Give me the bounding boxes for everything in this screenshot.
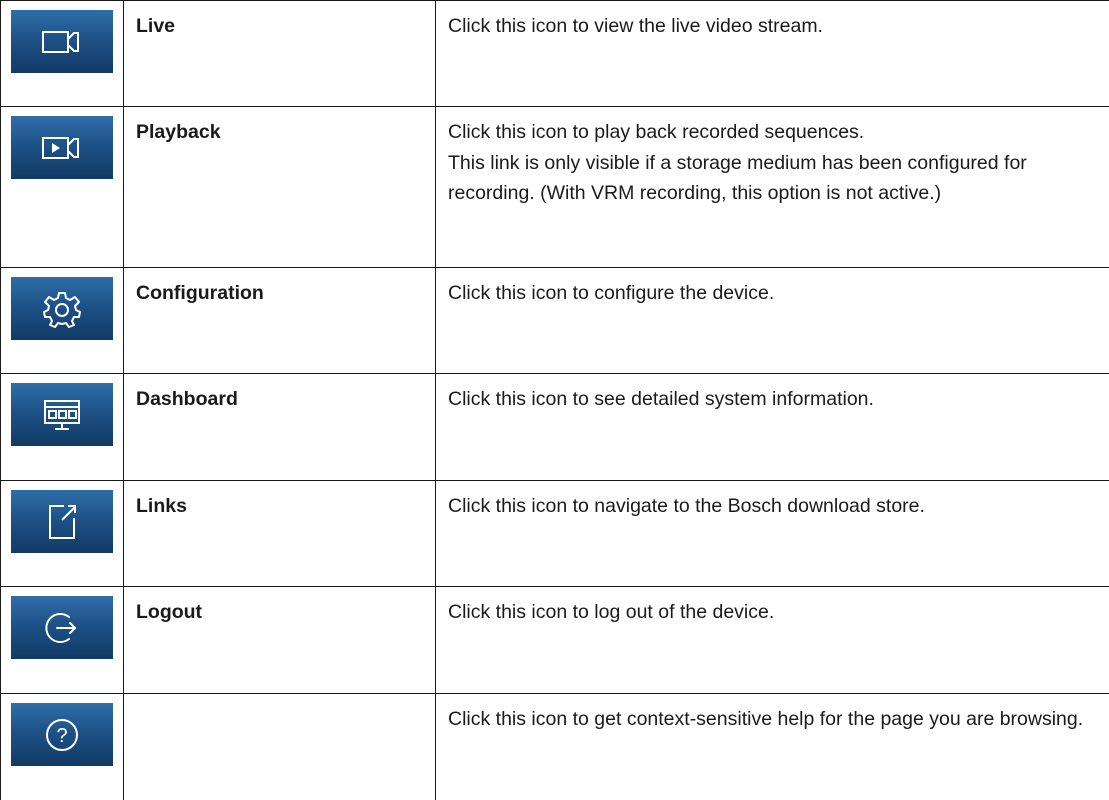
- row-description: Click this icon to view the live video s…: [448, 11, 1099, 42]
- table-row: Playback Click this icon to play back re…: [1, 107, 1109, 268]
- video-camera-icon: [11, 10, 113, 73]
- help-icon: ?: [11, 703, 113, 766]
- row-description: Click this icon to see detailed system i…: [448, 384, 1099, 415]
- icon-cell: ?: [1, 694, 124, 800]
- icon-reference-table: Live Click this icon to view the live vi…: [0, 0, 1109, 800]
- row-description: Click this icon to play back recorded se…: [448, 117, 1099, 148]
- table-row: Logout Click this icon to log out of the…: [1, 587, 1109, 694]
- row-name: Configuration: [124, 268, 435, 308]
- row-description-note: This link is only visible if a storage m…: [448, 148, 1099, 209]
- row-name: [124, 694, 435, 704]
- row-description: Click this icon to configure the device.: [448, 278, 1099, 309]
- row-name: Links: [124, 481, 435, 521]
- icon-cell: [1, 374, 124, 481]
- gear-icon: [11, 277, 113, 340]
- external-link-icon: [11, 490, 113, 553]
- row-description: Click this icon to log out of the device…: [448, 597, 1099, 628]
- table-row: ? Click this icon to get context-sensiti…: [1, 694, 1109, 800]
- table-row: Links Click this icon to navigate to the…: [1, 481, 1109, 587]
- row-name: Live: [124, 1, 435, 41]
- svg-text:?: ?: [56, 725, 67, 747]
- table-row: Live Click this icon to view the live vi…: [1, 1, 1109, 107]
- icon-cell: [1, 1, 124, 107]
- icon-cell: [1, 107, 124, 268]
- logout-icon: [11, 596, 113, 659]
- icon-cell: [1, 481, 124, 587]
- row-description: Click this icon to navigate to the Bosch…: [448, 491, 1099, 522]
- row-name: Playback: [124, 107, 435, 147]
- icon-cell: [1, 587, 124, 694]
- icon-cell: [1, 268, 124, 374]
- row-name: Dashboard: [124, 374, 435, 414]
- row-description: Click this icon to get context-sensitive…: [448, 704, 1099, 735]
- playback-camera-icon: [11, 116, 113, 179]
- table-row: Configuration Click this icon to configu…: [1, 268, 1109, 374]
- row-name: Logout: [124, 587, 435, 627]
- dashboard-monitor-icon: [11, 383, 113, 446]
- table-row: Dashboard Click this icon to see detaile…: [1, 374, 1109, 481]
